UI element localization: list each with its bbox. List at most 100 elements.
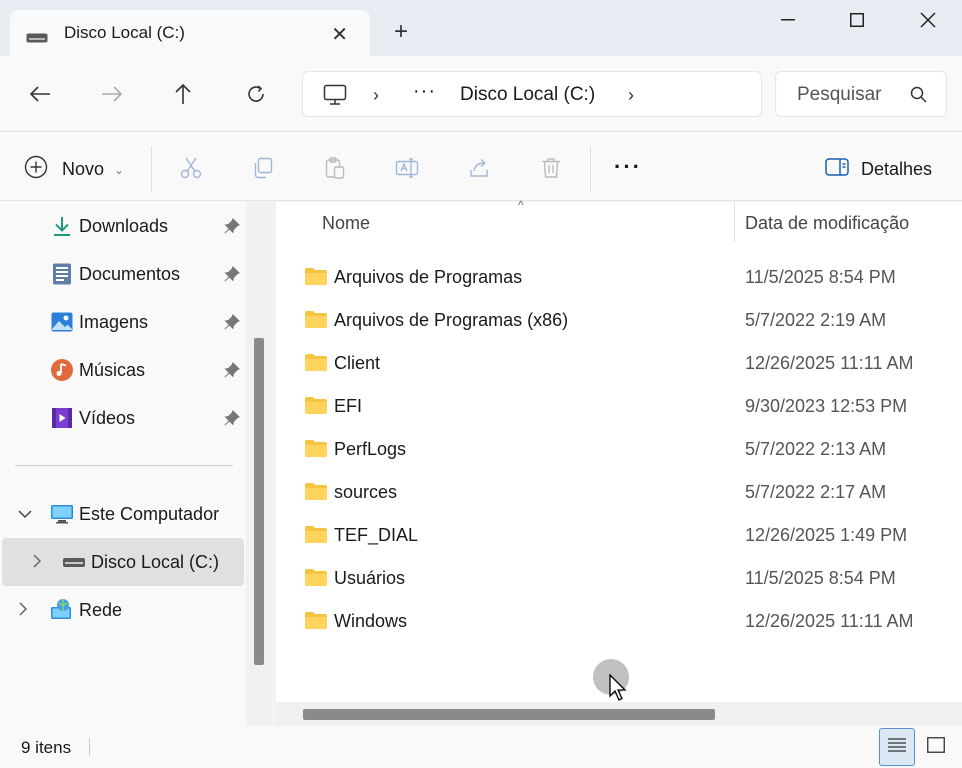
delete-icon[interactable] <box>539 156 563 180</box>
table-row[interactable]: Windows 12/26/2025 11:11 AM <box>276 600 962 643</box>
chevron-right-icon[interactable] <box>32 553 42 571</box>
sidebar-item-this-pc[interactable]: Este Computador <box>0 490 244 538</box>
pin-icon[interactable] <box>224 362 240 378</box>
share-icon[interactable] <box>467 156 491 180</box>
file-name[interactable]: EFI <box>334 396 362 417</box>
column-divider[interactable] <box>734 202 735 242</box>
folder-icon <box>304 568 328 587</box>
drive-icon <box>26 28 48 43</box>
table-row[interactable]: Client 12/26/2025 11:11 AM <box>276 342 962 385</box>
table-row[interactable]: PerfLogs 5/7/2022 2:13 AM <box>276 428 962 471</box>
pictures-icon <box>50 310 74 334</box>
pin-icon[interactable] <box>224 218 240 234</box>
music-icon <box>50 358 74 382</box>
search-placeholder: Pesquisar <box>797 84 882 105</box>
documents-icon <box>50 262 74 286</box>
file-name[interactable]: Arquivos de Programas <box>334 267 522 288</box>
minimize-icon[interactable] <box>776 8 800 32</box>
pin-icon[interactable] <box>224 266 240 282</box>
navigation-pane: Downloads Documentos Imagens Músicas Víd… <box>0 202 246 726</box>
status-bar: 9 itens <box>0 726 962 768</box>
file-name[interactable]: Arquivos de Programas (x86) <box>334 310 568 331</box>
table-row[interactable]: TEF_DIAL 12/26/2025 1:49 PM <box>276 514 962 557</box>
file-list: ^ Nome Data de modificação Arquivos de P… <box>276 198 962 726</box>
pin-icon[interactable] <box>224 410 240 426</box>
search-box[interactable]: Pesquisar <box>775 71 947 117</box>
chevron-right-icon[interactable]: › <box>628 85 634 106</box>
details-view-button[interactable] <box>879 728 915 766</box>
file-name[interactable]: Client <box>334 353 380 374</box>
chevron-down-icon: ⌄ <box>114 162 125 177</box>
modified-date: 11/5/2025 8:54 PM <box>745 568 896 588</box>
large-icons-view-button[interactable] <box>918 728 954 766</box>
address-location[interactable]: Disco Local (C:) <box>460 84 595 106</box>
divider <box>151 146 152 192</box>
folder-icon <box>304 310 328 329</box>
file-name[interactable]: Windows <box>334 611 407 632</box>
mouse-cursor-icon <box>609 673 629 707</box>
close-window-icon[interactable] <box>916 8 940 32</box>
copy-icon[interactable] <box>251 156 275 180</box>
horizontal-scrollbar-thumb[interactable] <box>303 709 715 720</box>
table-row[interactable]: Usuários 11/5/2025 8:54 PM <box>276 557 962 600</box>
address-bar[interactable]: › ··· Disco Local (C:) › <box>302 71 762 117</box>
close-tab-icon[interactable]: ✕ <box>331 22 348 47</box>
more-locations-icon[interactable]: ··· <box>413 80 436 103</box>
paste-icon[interactable] <box>323 156 347 180</box>
column-header-date[interactable]: Data de modificação <box>745 213 909 234</box>
sidebar-scrollbar-thumb[interactable] <box>254 338 264 665</box>
file-name[interactable]: sources <box>334 482 397 503</box>
table-row[interactable]: EFI 9/30/2023 12:53 PM <box>276 385 962 428</box>
folder-icon <box>304 396 328 415</box>
maximize-icon[interactable] <box>845 8 869 32</box>
sidebar-item-label: Músicas <box>79 359 146 380</box>
title-bar: Disco Local (C:) ✕ + <box>0 0 962 56</box>
cut-icon[interactable] <box>179 156 203 180</box>
file-name[interactable]: PerfLogs <box>334 439 406 460</box>
sidebar-item-label: Imagens <box>79 311 149 332</box>
refresh-icon[interactable] <box>242 80 270 108</box>
pin-icon[interactable] <box>224 314 240 330</box>
window-tab[interactable]: Disco Local (C:) ✕ <box>10 10 370 56</box>
more-options-icon[interactable]: ··· <box>614 154 642 180</box>
table-row[interactable]: sources 5/7/2022 2:17 AM <box>276 471 962 514</box>
sidebar-item-pictures[interactable]: Imagens <box>0 298 244 346</box>
chevron-right-icon[interactable]: › <box>373 85 379 106</box>
search-icon[interactable] <box>910 86 928 109</box>
drive-icon <box>62 550 86 574</box>
sidebar-item-network[interactable]: Rede <box>0 586 244 634</box>
details-button[interactable]: Detalhes <box>825 157 932 182</box>
chevron-right-icon[interactable] <box>18 601 28 619</box>
sidebar-item-videos[interactable]: Vídeos <box>0 394 244 442</box>
new-button[interactable]: Novo ⌄ <box>24 155 124 184</box>
divider <box>89 738 90 756</box>
column-header-name[interactable]: Nome <box>322 213 370 234</box>
back-arrow-icon[interactable] <box>26 80 54 108</box>
forward-arrow-icon[interactable] <box>98 80 126 108</box>
chevron-down-icon[interactable] <box>18 506 32 522</box>
sidebar-item-local-disk[interactable]: Disco Local (C:) <box>2 538 244 586</box>
sidebar-item-music[interactable]: Músicas <box>0 346 244 394</box>
column-header-row: ^ Nome Data de modificação <box>276 198 962 244</box>
file-name[interactable]: TEF_DIAL <box>334 525 418 546</box>
sidebar-item-downloads[interactable]: Downloads <box>0 202 244 250</box>
up-arrow-icon[interactable] <box>169 80 197 108</box>
modified-date: 5/7/2022 2:17 AM <box>745 482 887 502</box>
rename-icon[interactable] <box>395 156 419 180</box>
item-count: 9 itens <box>21 738 72 757</box>
sidebar-item-documents[interactable]: Documentos <box>0 250 244 298</box>
file-name[interactable]: Usuários <box>334 568 405 589</box>
modified-date: 5/7/2022 2:19 AM <box>745 310 887 330</box>
plus-circle-icon <box>24 155 48 184</box>
new-tab-button[interactable]: + <box>394 20 408 44</box>
table-row[interactable]: Arquivos de Programas (x86) 5/7/2022 2:19… <box>276 299 962 342</box>
sidebar-item-label: Disco Local (C:) <box>91 551 220 572</box>
modified-date: 12/26/2025 11:11 AM <box>745 611 914 631</box>
sidebar-item-label: Documentos <box>79 263 181 284</box>
table-row[interactable]: Arquivos de Programas 11/5/2025 8:54 PM <box>276 256 962 299</box>
folder-icon <box>304 353 328 372</box>
new-button-label: Novo <box>62 159 105 179</box>
modified-date: 9/30/2023 12:53 PM <box>745 396 908 416</box>
details-pane-icon <box>825 157 849 182</box>
folder-icon <box>304 439 328 458</box>
